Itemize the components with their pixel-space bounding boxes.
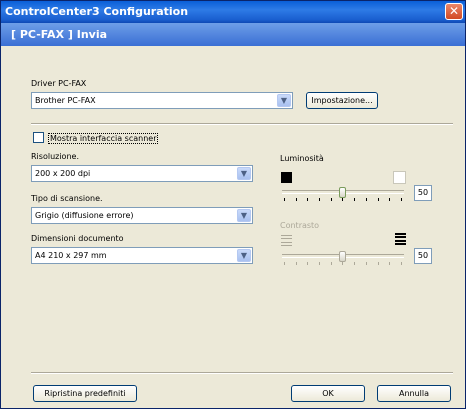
- doc-size-select[interactable]: A4 210 x 297 mm ▼: [31, 247, 253, 264]
- doc-size-label: Dimensioni documento: [31, 234, 124, 243]
- brightness-ticks: [284, 198, 402, 201]
- close-icon[interactable]: ✕: [445, 3, 463, 20]
- section-header: [ PC-FAX ] Invia: [1, 23, 465, 46]
- config-window: ControlCenter3 Configuration ✕ [ PC-FAX …: [0, 0, 466, 409]
- light-swatch-icon: [393, 171, 406, 184]
- high-contrast-icon: [395, 233, 406, 245]
- low-contrast-icon: [281, 235, 292, 246]
- dark-swatch-icon: [281, 172, 292, 183]
- doc-size-value: A4 210 x 297 mm: [35, 251, 107, 260]
- contrast-value[interactable]: 50: [414, 248, 432, 264]
- resolution-select[interactable]: 200 x 200 dpi ▼: [31, 165, 253, 182]
- contrast-slider-thumb[interactable]: [339, 251, 346, 262]
- contrast-ticks: [284, 262, 402, 265]
- restore-defaults-button[interactable]: Ripristina predefiniti: [33, 385, 137, 402]
- footer-divider: [31, 372, 453, 374]
- resolution-value: 200 x 200 dpi: [35, 169, 91, 178]
- show-interface-label[interactable]: Mostra interfaccia scanner: [48, 133, 159, 144]
- scan-type-label: Tipo di scansione.: [31, 194, 103, 203]
- brightness-slider-thumb[interactable]: [339, 187, 346, 198]
- chevron-down-icon[interactable]: ▼: [277, 94, 291, 107]
- chevron-down-icon[interactable]: ▼: [237, 167, 251, 180]
- window-title: ControlCenter3 Configuration: [5, 5, 189, 18]
- scan-type-value: Grigio (diffusione errore): [35, 211, 134, 220]
- brightness-label: Luminosità: [280, 154, 324, 163]
- chevron-down-icon[interactable]: ▼: [237, 209, 251, 222]
- chevron-down-icon[interactable]: ▼: [237, 249, 251, 262]
- driver-label: Driver PC-FAX: [31, 79, 87, 88]
- brightness-value[interactable]: 50: [414, 185, 432, 201]
- contrast-label: Contrasto: [280, 221, 320, 230]
- driver-value: Brother PC-FAX: [35, 96, 96, 105]
- cancel-button[interactable]: Annulla: [377, 385, 451, 402]
- settings-button[interactable]: Impostazione...: [306, 92, 378, 109]
- scan-type-select[interactable]: Grigio (diffusione errore) ▼: [31, 207, 253, 224]
- ok-button[interactable]: OK: [291, 385, 365, 402]
- resolution-label: Risoluzione.: [31, 152, 79, 161]
- driver-select[interactable]: Brother PC-FAX ▼: [31, 92, 293, 109]
- show-interface-checkbox[interactable]: [33, 132, 44, 143]
- title-bar[interactable]: ControlCenter3 Configuration ✕: [1, 1, 465, 23]
- divider: [31, 123, 453, 125]
- section-title: [ PC-FAX ] Invia: [11, 28, 108, 41]
